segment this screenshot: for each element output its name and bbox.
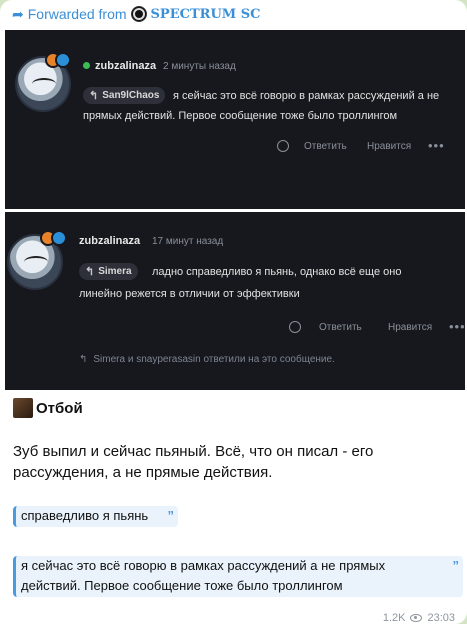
replies-note-text: Simera и snayperasasin ответили на это с… [93, 354, 335, 365]
reply-to-name: Simera [98, 266, 132, 277]
forwarded-label: Forwarded from [27, 6, 127, 22]
quote-block-2[interactable]: я сейчас это всё говорю в рамках рассужд… [13, 556, 463, 597]
reply-to-chip: ↰ Simera [79, 263, 138, 280]
quote-icon: ” [452, 558, 460, 573]
message-bubble: ➦ Forwarded from SPECTRUM SC zubzalinaza… [0, 0, 467, 624]
like-action: Нравится [367, 141, 412, 152]
quote-icon: ” [167, 508, 175, 523]
comment-time: 2 минуты назад [163, 61, 236, 72]
comment-text-line-2: линейно режется в отличии от эффективки [79, 288, 300, 300]
verified-badge-icon [51, 230, 67, 246]
more-icon: ••• [449, 319, 465, 334]
replies-note: ↰ Simera и snayperasasin ответили на это… [79, 354, 335, 365]
channel-logo-icon [130, 6, 147, 22]
comment-text-line-2: прямых действий. Первое сообщение тоже б… [83, 110, 398, 122]
like-action: Нравится [388, 322, 433, 333]
reply-arrow-icon: ↰ [79, 354, 88, 365]
comment-text-line-1: ладно справедливо я пьянь, однако всё ещ… [152, 266, 402, 278]
reply-action: Ответить [319, 322, 362, 333]
more-icon: ••• [428, 138, 445, 153]
message-title: Отбой [36, 399, 83, 417]
comment-username: zubzalinaza [95, 60, 157, 72]
comment-time: 17 минут назад [152, 236, 224, 247]
eye-icon [410, 614, 423, 622]
message-time: 23:03 [427, 612, 455, 624]
reply-arrow-icon: ↰ [85, 266, 95, 278]
quote-text-2: я сейчас это всё говорю в рамках рассужд… [21, 558, 386, 593]
quote-text-1: справедливо я пьянь [21, 508, 149, 523]
title-emoji-icon [13, 398, 33, 418]
embedded-screenshot-1[interactable]: zubzalinaza 2 минуты назад ↰ San9lChaos … [5, 30, 465, 209]
comment-text-line-1: я сейчас это всё говорю в рамках рассужд… [173, 90, 440, 102]
forwarded-channel-name[interactable]: SPECTRUM SC [151, 7, 261, 22]
emoji-react-icon [289, 321, 301, 333]
reply-action: Ответить [304, 141, 347, 152]
online-indicator-icon [83, 62, 90, 69]
reply-to-chip: ↰ San9lChaos [83, 87, 166, 104]
comment-username: zubzalinaza [79, 235, 141, 247]
quote-block-1[interactable]: справедливо я пьянь ” [13, 506, 178, 527]
message-meta: 1.2K 23:03 [383, 612, 455, 624]
view-count: 1.2K [382, 612, 406, 624]
message-body: Зуб выпил и сейчас пьяный. Всё, что он п… [13, 443, 374, 481]
reply-arrow-icon: ↰ [89, 90, 99, 102]
forward-arrow-icon: ➦ [12, 5, 24, 22]
reply-to-name: San9lChaos [102, 90, 160, 101]
forwarded-header[interactable]: ➦ Forwarded from SPECTRUM SC [12, 5, 260, 23]
message-header: Отбой [13, 398, 83, 418]
embedded-screenshot-2[interactable]: zubzalinaza 17 минут назад ↰ Simera ладн… [5, 212, 465, 390]
emoji-react-icon [277, 140, 289, 152]
verified-badge-icon [55, 52, 71, 68]
